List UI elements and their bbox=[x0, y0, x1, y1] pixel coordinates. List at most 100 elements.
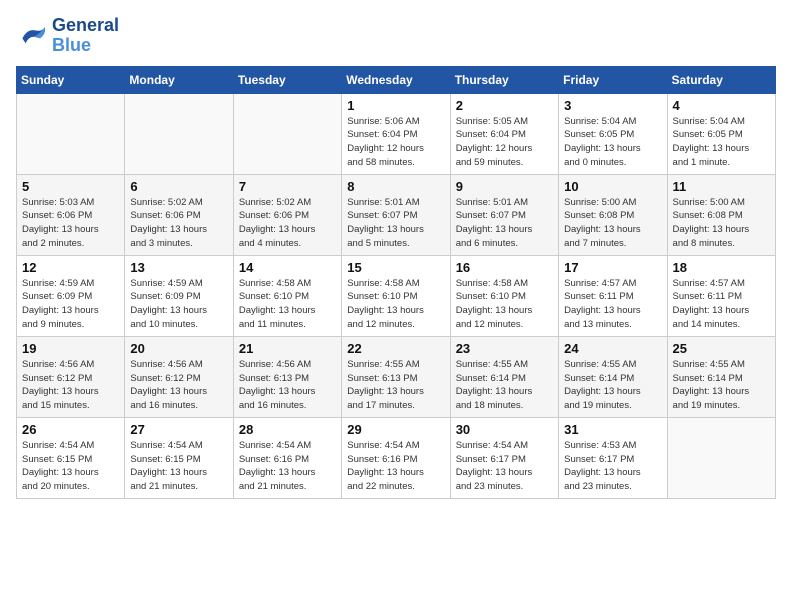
day-info: Sunrise: 4:54 AM Sunset: 6:15 PM Dayligh… bbox=[22, 439, 119, 494]
day-info: Sunrise: 4:59 AM Sunset: 6:09 PM Dayligh… bbox=[130, 277, 227, 332]
day-info: Sunrise: 4:54 AM Sunset: 6:16 PM Dayligh… bbox=[239, 439, 336, 494]
day-number: 26 bbox=[22, 422, 119, 437]
page-header: General Blue bbox=[16, 16, 776, 56]
day-info: Sunrise: 5:00 AM Sunset: 6:08 PM Dayligh… bbox=[564, 196, 661, 251]
calendar-cell: 11 Sunrise: 5:00 AM Sunset: 6:08 PM Dayli… bbox=[667, 174, 775, 255]
day-number: 11 bbox=[673, 179, 770, 194]
day-number: 14 bbox=[239, 260, 336, 275]
calendar-cell: 10 Sunrise: 5:00 AM Sunset: 6:08 PM Dayli… bbox=[559, 174, 667, 255]
day-info: Sunrise: 4:56 AM Sunset: 6:12 PM Dayligh… bbox=[130, 358, 227, 413]
calendar-cell: 6 Sunrise: 5:02 AM Sunset: 6:06 PM Daylig… bbox=[125, 174, 233, 255]
day-info: Sunrise: 5:03 AM Sunset: 6:06 PM Dayligh… bbox=[22, 196, 119, 251]
day-info: Sunrise: 5:02 AM Sunset: 6:06 PM Dayligh… bbox=[239, 196, 336, 251]
calendar-cell: 27Sunrise: 4:54 AM Sunset: 6:15 PM Dayli… bbox=[125, 417, 233, 498]
calendar-cell: 22 Sunrise: 4:55 AM Sunset: 6:13 PM Dayli… bbox=[342, 336, 450, 417]
day-number: 8 bbox=[347, 179, 444, 194]
header-row: SundayMondayTuesdayWednesdayThursdayFrid… bbox=[17, 66, 776, 93]
calendar-table: SundayMondayTuesdayWednesdayThursdayFrid… bbox=[16, 66, 776, 499]
day-number: 4 bbox=[673, 98, 770, 113]
day-number: 23 bbox=[456, 341, 553, 356]
header-cell-sunday: Sunday bbox=[17, 66, 125, 93]
calendar-cell: 8Sunrise: 5:01 AM Sunset: 6:07 PM Daylig… bbox=[342, 174, 450, 255]
day-info: Sunrise: 5:00 AM Sunset: 6:08 PM Dayligh… bbox=[673, 196, 770, 251]
day-number: 16 bbox=[456, 260, 553, 275]
day-number: 19 bbox=[22, 341, 119, 356]
day-info: Sunrise: 4:55 AM Sunset: 6:14 PM Dayligh… bbox=[456, 358, 553, 413]
calendar-cell: 7Sunrise: 5:02 AM Sunset: 6:06 PM Daylig… bbox=[233, 174, 341, 255]
day-info: Sunrise: 4:58 AM Sunset: 6:10 PM Dayligh… bbox=[456, 277, 553, 332]
day-info: Sunrise: 4:57 AM Sunset: 6:11 PM Dayligh… bbox=[673, 277, 770, 332]
calendar-cell: 29 Sunrise: 4:54 AM Sunset: 6:16 PM Dayli… bbox=[342, 417, 450, 498]
day-number: 9 bbox=[456, 179, 553, 194]
day-info: Sunrise: 5:02 AM Sunset: 6:06 PM Dayligh… bbox=[130, 196, 227, 251]
day-info: Sunrise: 5:01 AM Sunset: 6:07 PM Dayligh… bbox=[456, 196, 553, 251]
day-info: Sunrise: 5:04 AM Sunset: 6:05 PM Dayligh… bbox=[673, 115, 770, 170]
logo: General Blue bbox=[16, 16, 119, 56]
day-number: 10 bbox=[564, 179, 661, 194]
calendar-cell: 25 Sunrise: 4:55 AM Sunset: 6:14 PM Dayli… bbox=[667, 336, 775, 417]
calendar-cell: 31 Sunrise: 4:53 AM Sunset: 6:17 PM Dayli… bbox=[559, 417, 667, 498]
logo-text: General Blue bbox=[52, 16, 119, 56]
day-info: Sunrise: 4:54 AM Sunset: 6:17 PM Dayligh… bbox=[456, 439, 553, 494]
calendar-cell: 21Sunrise: 4:56 AM Sunset: 6:13 PM Dayli… bbox=[233, 336, 341, 417]
day-number: 18 bbox=[673, 260, 770, 275]
calendar-week-2: 5 Sunrise: 5:03 AM Sunset: 6:06 PM Daylig… bbox=[17, 174, 776, 255]
calendar-cell: 20Sunrise: 4:56 AM Sunset: 6:12 PM Dayli… bbox=[125, 336, 233, 417]
header-cell-thursday: Thursday bbox=[450, 66, 558, 93]
day-info: Sunrise: 4:55 AM Sunset: 6:14 PM Dayligh… bbox=[673, 358, 770, 413]
calendar-body: 1Sunrise: 5:06 AM Sunset: 6:04 PM Daylig… bbox=[17, 93, 776, 498]
header-cell-wednesday: Wednesday bbox=[342, 66, 450, 93]
day-info: Sunrise: 4:54 AM Sunset: 6:16 PM Dayligh… bbox=[347, 439, 444, 494]
logo-icon bbox=[16, 22, 48, 50]
calendar-cell: 14Sunrise: 4:58 AM Sunset: 6:10 PM Dayli… bbox=[233, 255, 341, 336]
day-info: Sunrise: 4:56 AM Sunset: 6:12 PM Dayligh… bbox=[22, 358, 119, 413]
calendar-cell: 17 Sunrise: 4:57 AM Sunset: 6:11 PM Dayli… bbox=[559, 255, 667, 336]
calendar-week-5: 26 Sunrise: 4:54 AM Sunset: 6:15 PM Dayli… bbox=[17, 417, 776, 498]
day-info: Sunrise: 4:53 AM Sunset: 6:17 PM Dayligh… bbox=[564, 439, 661, 494]
calendar-cell bbox=[17, 93, 125, 174]
calendar-cell bbox=[667, 417, 775, 498]
day-info: Sunrise: 4:56 AM Sunset: 6:13 PM Dayligh… bbox=[239, 358, 336, 413]
day-number: 17 bbox=[564, 260, 661, 275]
calendar-cell: 9 Sunrise: 5:01 AM Sunset: 6:07 PM Daylig… bbox=[450, 174, 558, 255]
calendar-week-3: 12Sunrise: 4:59 AM Sunset: 6:09 PM Dayli… bbox=[17, 255, 776, 336]
day-number: 30 bbox=[456, 422, 553, 437]
calendar-cell: 18 Sunrise: 4:57 AM Sunset: 6:11 PM Dayli… bbox=[667, 255, 775, 336]
calendar-cell: 24Sunrise: 4:55 AM Sunset: 6:14 PM Dayli… bbox=[559, 336, 667, 417]
header-cell-saturday: Saturday bbox=[667, 66, 775, 93]
day-number: 28 bbox=[239, 422, 336, 437]
header-cell-friday: Friday bbox=[559, 66, 667, 93]
day-number: 5 bbox=[22, 179, 119, 194]
day-number: 1 bbox=[347, 98, 444, 113]
day-number: 31 bbox=[564, 422, 661, 437]
day-info: Sunrise: 5:04 AM Sunset: 6:05 PM Dayligh… bbox=[564, 115, 661, 170]
calendar-cell: 12Sunrise: 4:59 AM Sunset: 6:09 PM Dayli… bbox=[17, 255, 125, 336]
header-cell-tuesday: Tuesday bbox=[233, 66, 341, 93]
day-info: Sunrise: 4:57 AM Sunset: 6:11 PM Dayligh… bbox=[564, 277, 661, 332]
day-number: 29 bbox=[347, 422, 444, 437]
day-info: Sunrise: 4:59 AM Sunset: 6:09 PM Dayligh… bbox=[22, 277, 119, 332]
day-number: 13 bbox=[130, 260, 227, 275]
day-info: Sunrise: 5:05 AM Sunset: 6:04 PM Dayligh… bbox=[456, 115, 553, 170]
day-number: 25 bbox=[673, 341, 770, 356]
calendar-cell: 16 Sunrise: 4:58 AM Sunset: 6:10 PM Dayli… bbox=[450, 255, 558, 336]
day-number: 22 bbox=[347, 341, 444, 356]
day-number: 15 bbox=[347, 260, 444, 275]
calendar-cell: 15Sunrise: 4:58 AM Sunset: 6:10 PM Dayli… bbox=[342, 255, 450, 336]
calendar-header: SundayMondayTuesdayWednesdayThursdayFrid… bbox=[17, 66, 776, 93]
day-info: Sunrise: 4:55 AM Sunset: 6:14 PM Dayligh… bbox=[564, 358, 661, 413]
calendar-cell: 30 Sunrise: 4:54 AM Sunset: 6:17 PM Dayli… bbox=[450, 417, 558, 498]
day-number: 6 bbox=[130, 179, 227, 194]
calendar-week-1: 1Sunrise: 5:06 AM Sunset: 6:04 PM Daylig… bbox=[17, 93, 776, 174]
calendar-cell: 23 Sunrise: 4:55 AM Sunset: 6:14 PM Dayli… bbox=[450, 336, 558, 417]
calendar-cell: 4 Sunrise: 5:04 AM Sunset: 6:05 PM Daylig… bbox=[667, 93, 775, 174]
day-info: Sunrise: 4:55 AM Sunset: 6:13 PM Dayligh… bbox=[347, 358, 444, 413]
calendar-cell: 5 Sunrise: 5:03 AM Sunset: 6:06 PM Daylig… bbox=[17, 174, 125, 255]
calendar-cell: 28 Sunrise: 4:54 AM Sunset: 6:16 PM Dayli… bbox=[233, 417, 341, 498]
header-cell-monday: Monday bbox=[125, 66, 233, 93]
day-number: 2 bbox=[456, 98, 553, 113]
calendar-cell: 13 Sunrise: 4:59 AM Sunset: 6:09 PM Dayli… bbox=[125, 255, 233, 336]
day-number: 3 bbox=[564, 98, 661, 113]
calendar-cell: 1Sunrise: 5:06 AM Sunset: 6:04 PM Daylig… bbox=[342, 93, 450, 174]
calendar-cell: 2 Sunrise: 5:05 AM Sunset: 6:04 PM Daylig… bbox=[450, 93, 558, 174]
